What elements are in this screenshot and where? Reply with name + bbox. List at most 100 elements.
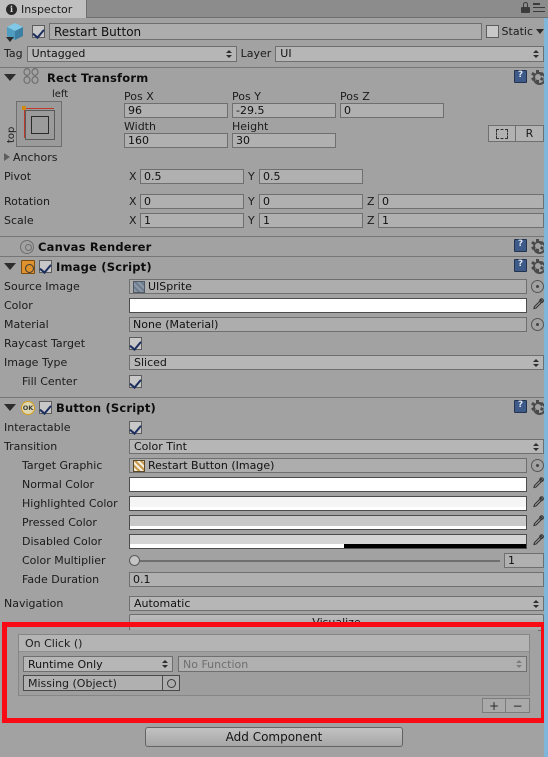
highlighted-color-swatch[interactable]	[129, 496, 527, 511]
gameobject-name-input[interactable]: Restart Button	[49, 23, 482, 40]
scale-z-input[interactable]: 1	[378, 213, 544, 228]
eyedropper-icon[interactable]	[530, 496, 544, 511]
eyedropper-icon[interactable]	[530, 298, 544, 313]
tag-dropdown[interactable]: Untagged	[26, 45, 237, 62]
component-button: OK Button (Script) Interactable Transiti…	[0, 398, 548, 638]
disabled-color-swatch[interactable]	[129, 534, 527, 549]
source-image-objectfield[interactable]: UISprite	[129, 279, 527, 294]
scale-y-input[interactable]: 1	[259, 213, 363, 228]
anchor-preset-box[interactable]	[16, 101, 62, 147]
pos-x-label: Pos X	[124, 89, 154, 103]
fill-center-row: Fill Center	[4, 373, 544, 390]
help-book-icon[interactable]	[514, 400, 527, 413]
color-swatch[interactable]	[129, 298, 527, 313]
help-book-icon[interactable]	[514, 259, 527, 272]
fade-duration-input[interactable]: 0.1	[129, 572, 544, 587]
rotation-x-axis: X	[129, 195, 137, 208]
source-image-object-picker[interactable]	[531, 280, 544, 293]
tab-inspector[interactable]: i Inspector	[0, 0, 88, 18]
pressed-color-label: Pressed Color	[22, 516, 97, 529]
rotation-x-input[interactable]: 0	[140, 194, 244, 209]
eyedropper-icon[interactable]	[530, 477, 544, 492]
image-type-dropdown[interactable]: Sliced	[129, 355, 544, 370]
canvas-renderer-header[interactable]: Canvas Renderer	[0, 237, 548, 256]
updown-chevron-icon	[533, 442, 539, 451]
navigation-value: Automatic	[134, 597, 191, 610]
foldout-arrow-icon[interactable]	[4, 404, 16, 411]
scale-x-input[interactable]: 1	[140, 213, 244, 228]
image-enabled-checkbox[interactable]	[39, 260, 52, 273]
material-object-picker[interactable]	[531, 318, 544, 331]
pos-z-input[interactable]: 0	[340, 103, 444, 118]
static-dropdown-chevron-down-icon[interactable]	[536, 29, 544, 34]
slider-knob[interactable]	[129, 555, 140, 566]
lock-icon[interactable]	[521, 2, 530, 13]
anchors-foldout[interactable]: Anchors	[0, 149, 548, 165]
hamburger-menu-icon[interactable]	[533, 3, 545, 12]
pivot-x-input[interactable]: 0.5	[140, 169, 244, 184]
gear-icon[interactable]	[531, 400, 546, 415]
eyedropper-icon[interactable]	[530, 534, 544, 549]
image-header[interactable]: Image (Script)	[0, 257, 548, 276]
pos-y-cell: Pos Y -29.5	[232, 89, 336, 118]
rotation-row: Rotation X 0 Y 0 Z 0	[4, 193, 544, 210]
scale-x-axis: X	[129, 214, 137, 227]
static-checkbox[interactable]	[485, 25, 499, 38]
interactable-row: Interactable	[4, 419, 544, 436]
target-graphic-objectfield[interactable]: Restart Button (Image)	[129, 458, 527, 473]
blueprint-mode-button[interactable]	[488, 125, 516, 142]
rotation-y-value: 0	[263, 195, 270, 208]
gameobject-enabled-checkbox[interactable]	[32, 25, 45, 38]
rotation-z-input[interactable]: 0	[378, 194, 544, 209]
foldout-arrow-icon[interactable]	[4, 74, 16, 81]
raycast-target-checkbox[interactable]	[129, 337, 142, 350]
width-input[interactable]: 160	[124, 133, 228, 148]
component-header-icons	[514, 239, 546, 254]
pressed-color-swatch[interactable]	[129, 515, 527, 530]
color-multiplier-slider[interactable]	[129, 553, 500, 568]
eyedropper-icon[interactable]	[530, 515, 544, 530]
scale-row: Scale X 1 Y 1 Z 1	[4, 212, 544, 229]
pos-z-cell: Pos Z 0	[340, 89, 444, 118]
tag-layer-row: Tag Untagged Layer UI	[4, 45, 544, 62]
pos-x-input[interactable]: 96	[124, 103, 228, 118]
component-header-icons	[514, 70, 546, 85]
raw-edit-button[interactable]: R	[516, 125, 544, 142]
inspector-scrollbar[interactable]	[544, 18, 548, 757]
pivot-y-input[interactable]: 0.5	[259, 169, 363, 184]
help-book-icon[interactable]	[514, 70, 527, 83]
target-graphic-object-picker[interactable]	[531, 459, 544, 472]
image-component-icon	[21, 259, 35, 274]
material-objectfield[interactable]: None (Material)	[129, 317, 527, 332]
layer-dropdown[interactable]: UI	[275, 45, 544, 62]
pos-z-value: 0	[344, 104, 351, 117]
gear-icon[interactable]	[531, 259, 546, 274]
gear-icon[interactable]	[531, 239, 546, 254]
normal-color-swatch[interactable]	[129, 477, 527, 492]
material-value: None (Material)	[133, 318, 219, 331]
help-book-icon[interactable]	[514, 239, 527, 252]
pivot-y-value: 0.5	[263, 170, 281, 183]
add-component-button[interactable]: Add Component	[145, 727, 403, 747]
fill-center-checkbox[interactable]	[129, 375, 142, 388]
canvas-renderer-title: Canvas Renderer	[38, 239, 152, 254]
foldout-arrow-icon[interactable]	[4, 263, 16, 270]
color-multiplier-input[interactable]: 1	[504, 553, 544, 568]
rotation-y-input[interactable]: 0	[259, 194, 363, 209]
image-type-value: Sliced	[134, 356, 167, 369]
height-input[interactable]: 30	[232, 133, 336, 148]
transition-dropdown[interactable]: Color Tint	[129, 439, 544, 454]
gear-icon[interactable]	[531, 70, 546, 85]
button-header[interactable]: OK Button (Script)	[0, 398, 548, 417]
scale-x-value: 1	[144, 214, 151, 227]
rect-transform-header[interactable]: Rect Transform	[0, 67, 548, 87]
layer-label: Layer	[240, 47, 272, 60]
button-enabled-checkbox[interactable]	[39, 401, 52, 414]
anchor-preset-widget[interactable]: left top	[4, 89, 124, 149]
pos-y-input[interactable]: -29.5	[232, 103, 336, 118]
navigation-dropdown[interactable]: Automatic	[129, 596, 544, 611]
source-image-row: Source Image UISprite	[4, 278, 544, 295]
updown-chevron-icon	[533, 358, 539, 367]
interactable-checkbox[interactable]	[129, 421, 142, 434]
tag-label: Tag	[4, 47, 23, 60]
